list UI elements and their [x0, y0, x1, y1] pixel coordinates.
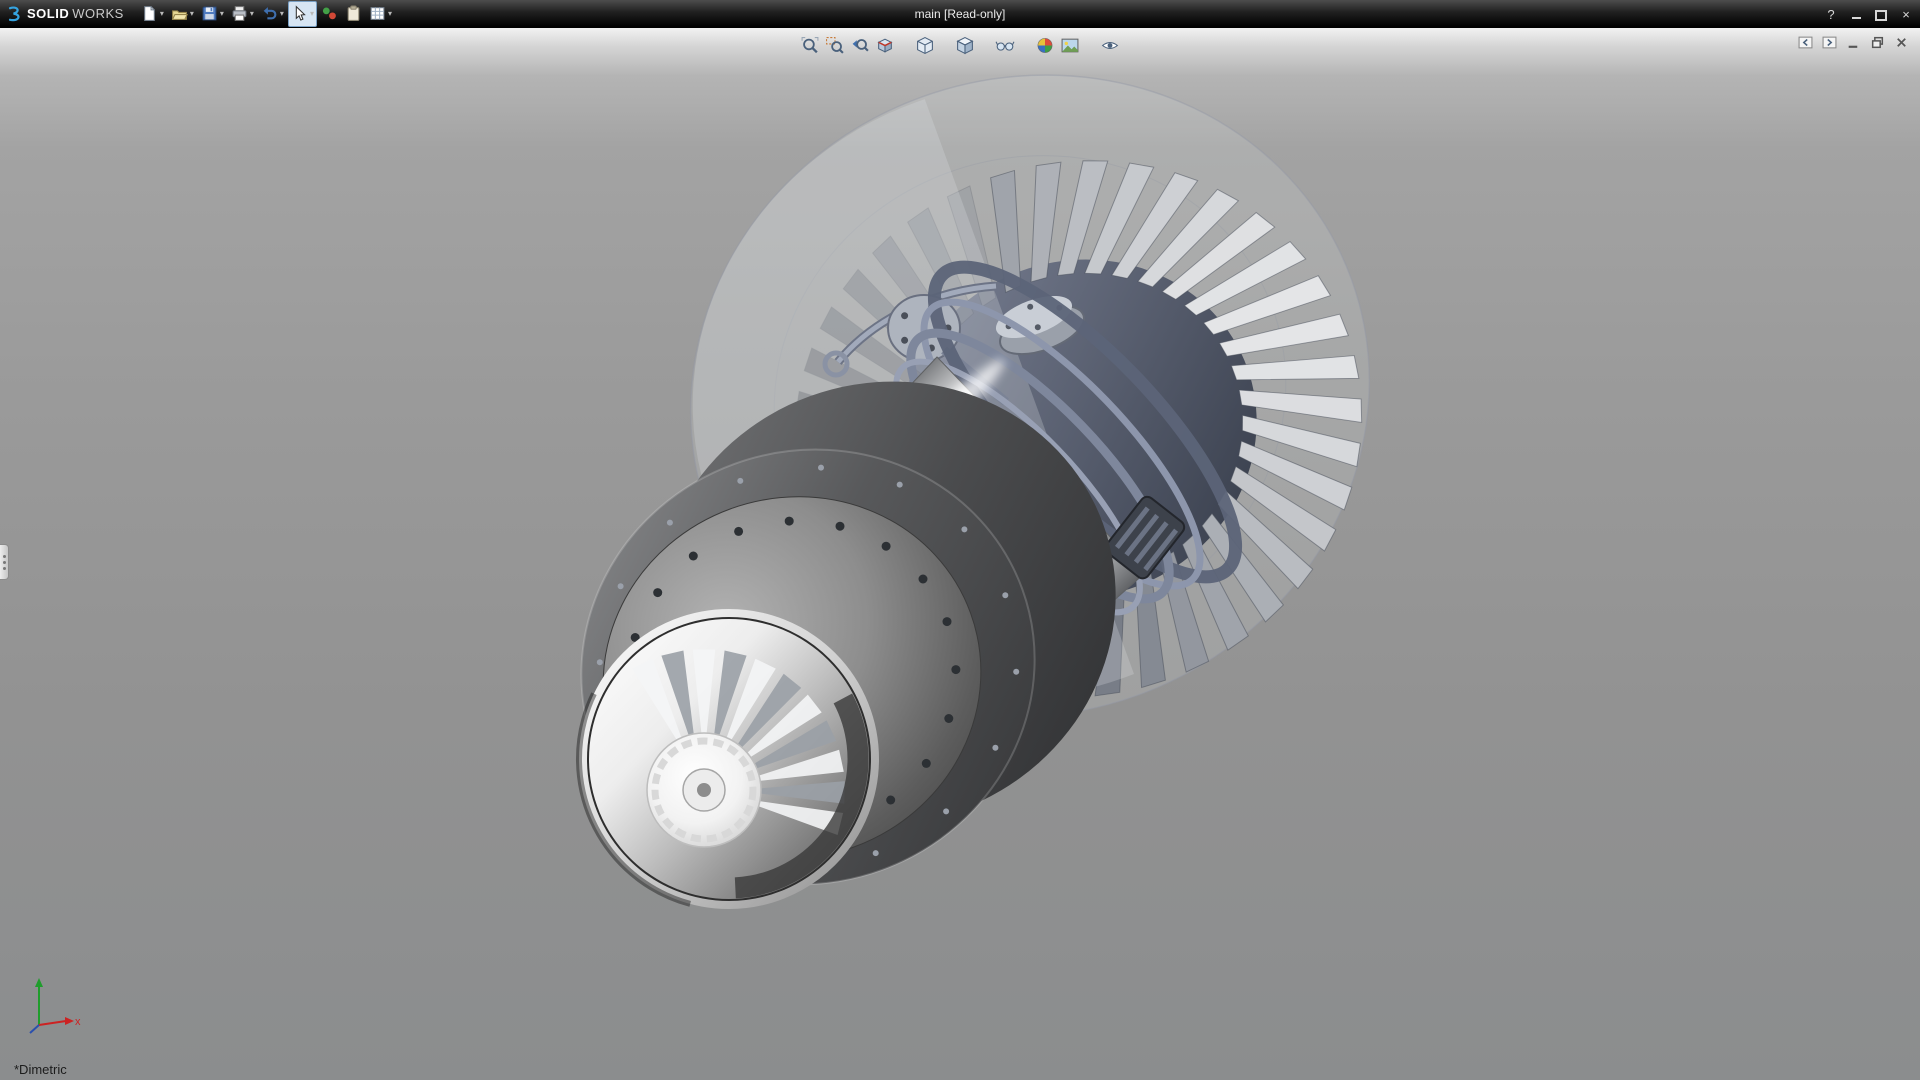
view-orientation-icon — [916, 36, 935, 55]
ds-logo-icon — [6, 5, 24, 23]
view-orientation-label: *Dimetric — [14, 1062, 67, 1077]
zoom-to-fit-icon — [801, 36, 820, 55]
open-icon — [171, 5, 188, 22]
previous-view-button[interactable] — [848, 33, 873, 58]
grip-dot — [3, 555, 6, 558]
save-icon — [201, 5, 218, 22]
close-child-button[interactable] — [1893, 34, 1910, 50]
restore-icon — [1875, 10, 1887, 21]
open-button[interactable]: ▾ — [168, 1, 197, 27]
engine-model[interactable] — [0, 28, 1920, 1080]
options-button[interactable]: ▾ — [366, 1, 395, 27]
grip-dot — [3, 561, 6, 564]
graphics-viewport[interactable]: x *Dimetric — [0, 28, 1920, 1080]
print-icon — [231, 5, 248, 22]
view-settings-button[interactable] — [1098, 33, 1123, 58]
print-button[interactable]: ▾ — [228, 1, 257, 27]
undo-icon — [261, 5, 278, 22]
close-child-icon — [1894, 35, 1909, 50]
main-toolbar: ▾ ▾ ▾ ▾ ▾ ▾ ▾ — [138, 1, 395, 27]
new-document-button[interactable]: ▾ — [138, 1, 167, 27]
select-icon — [291, 5, 308, 22]
clipboard-icon — [345, 5, 362, 22]
pane-next-button[interactable] — [1821, 34, 1838, 50]
zoom-to-area-icon — [826, 36, 845, 55]
print-dropdown-caret[interactable]: ▾ — [250, 10, 254, 18]
spinner-hub — [647, 733, 761, 847]
triad-x-label: x — [75, 1016, 81, 1028]
restore-child-icon — [1870, 35, 1885, 50]
document-title: main [Read-only] — [915, 7, 1006, 21]
solidworks-logo: SOLIDWORKS — [0, 5, 138, 23]
logo-text-works: WORKS — [72, 6, 124, 21]
minimize-child-icon — [1846, 35, 1861, 50]
save-dropdown-caret[interactable]: ▾ — [220, 10, 224, 18]
display-style-icon — [956, 36, 975, 55]
grip-dot — [3, 567, 6, 570]
headsup-view-toolbar — [798, 33, 1123, 58]
new-document-icon — [141, 5, 158, 22]
restore-child-button[interactable] — [1869, 34, 1886, 50]
select-dropdown-caret[interactable]: ▾ — [310, 10, 314, 18]
hide-show-items-button[interactable] — [993, 33, 1018, 58]
solidworks-window: SOLIDWORKS ▾ ▾ ▾ ▾ ▾ ▾ ▾ main [Read-only] ? × — [0, 0, 1920, 1080]
edit-appearance-icon — [1036, 36, 1055, 55]
minimize-button[interactable] — [1850, 9, 1862, 19]
select-button[interactable]: ▾ — [288, 1, 317, 27]
undo-button[interactable]: ▾ — [258, 1, 287, 27]
undo-dropdown-caret[interactable]: ▾ — [280, 10, 284, 18]
section-view-icon — [876, 36, 895, 55]
edit-appearance-button[interactable] — [1033, 33, 1058, 58]
options-icon — [369, 5, 386, 22]
orientation-triad[interactable]: x — [24, 975, 82, 1042]
zoom-to-fit-button[interactable] — [798, 33, 823, 58]
save-button[interactable]: ▾ — [198, 1, 227, 27]
close-button[interactable]: × — [1900, 8, 1912, 21]
previous-view-icon — [851, 36, 870, 55]
view-orientation-button[interactable] — [913, 33, 938, 58]
window-controls: ? × — [1825, 0, 1912, 28]
mdi-window-controls — [1797, 34, 1910, 50]
pane-next-icon — [1822, 35, 1837, 50]
section-view-button[interactable] — [873, 33, 898, 58]
open-dropdown-caret[interactable]: ▾ — [190, 10, 194, 18]
display-style-button[interactable] — [953, 33, 978, 58]
help-button[interactable]: ? — [1825, 8, 1837, 21]
pane-previous-button[interactable] — [1797, 34, 1814, 50]
view-settings-icon — [1101, 36, 1120, 55]
clipboard-button[interactable] — [342, 1, 365, 27]
selection-filter-button[interactable] — [318, 1, 341, 27]
logo-text-solid: SOLID — [27, 6, 69, 21]
selection-filter-icon — [321, 5, 338, 22]
restore-button[interactable] — [1875, 8, 1887, 21]
titlebar: SOLIDWORKS ▾ ▾ ▾ ▾ ▾ ▾ ▾ main [Read-only] ? × — [0, 0, 1920, 28]
new-document-dropdown-caret[interactable]: ▾ — [160, 10, 164, 18]
zoom-to-area-button[interactable] — [823, 33, 848, 58]
options-dropdown-caret[interactable]: ▾ — [388, 10, 392, 18]
apply-scene-icon — [1061, 36, 1080, 55]
minimize-icon — [1852, 9, 1861, 19]
hide-show-items-icon — [996, 36, 1015, 55]
minimize-child-button[interactable] — [1845, 34, 1862, 50]
pane-previous-icon — [1798, 35, 1813, 50]
apply-scene-button[interactable] — [1058, 33, 1083, 58]
feature-panel-collapsed-tab[interactable] — [0, 544, 9, 580]
